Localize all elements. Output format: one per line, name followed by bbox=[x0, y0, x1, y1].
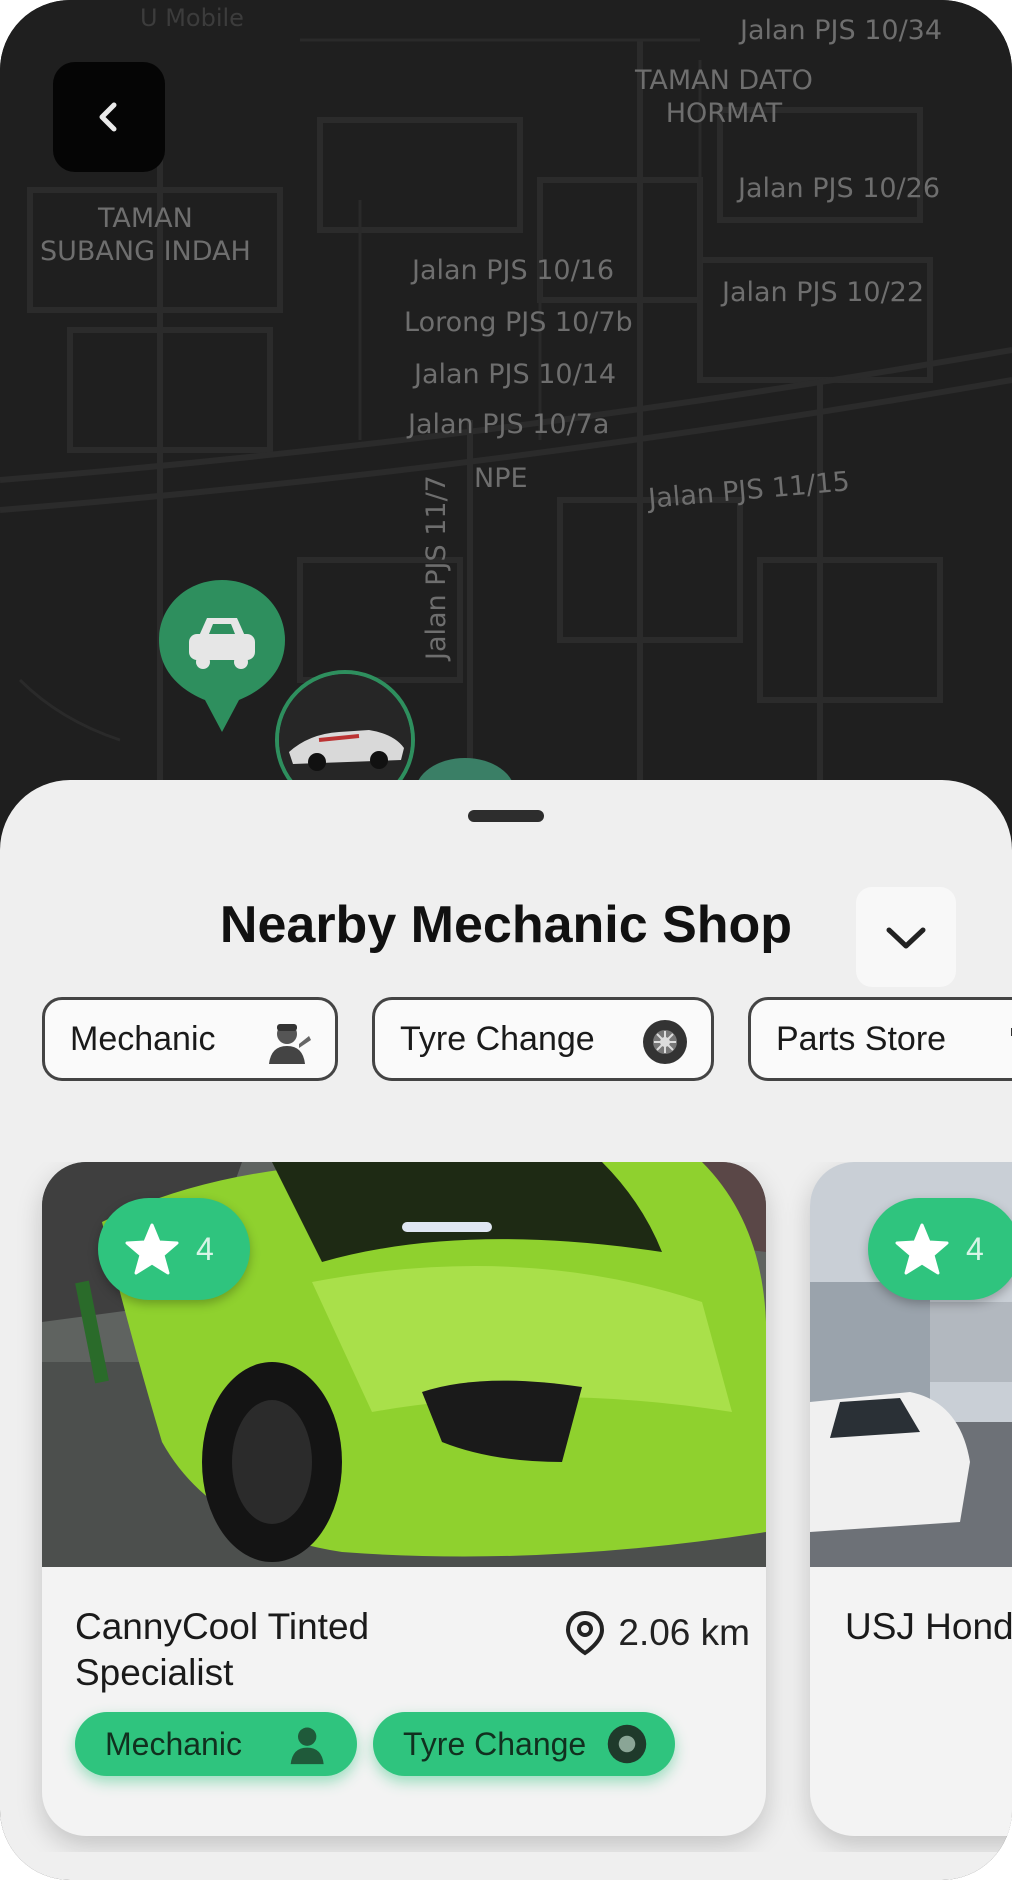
filter-chip-label: Mechanic bbox=[70, 1019, 216, 1058]
tag-label: Mechanic bbox=[105, 1725, 242, 1762]
tag-tyre-change: Tyre Change bbox=[373, 1712, 675, 1776]
sheet-drag-handle[interactable] bbox=[468, 810, 544, 822]
map-label: NPE bbox=[474, 463, 528, 494]
rating-value: 4 bbox=[196, 1230, 214, 1267]
mechanic-icon bbox=[290, 1727, 324, 1765]
shop-card[interactable]: 4 CannyCool Tinted Specialist 2.06 km Me… bbox=[42, 1162, 766, 1836]
map-label: Lorong PJS 10/7b bbox=[404, 307, 633, 338]
shop-photo: 4 bbox=[810, 1162, 1012, 1567]
filter-chip-parts-store[interactable]: Parts Store bbox=[748, 997, 1012, 1081]
tyre-icon bbox=[607, 1724, 647, 1764]
tag-label: Tyre Change bbox=[403, 1725, 587, 1762]
map-label: Jalan PJS 11/7 bbox=[421, 475, 452, 660]
filter-chips: Mechanic Tyre Change Parts Store bbox=[42, 997, 1012, 1087]
map-label: Jalan PJS 10/16 bbox=[412, 255, 615, 286]
location-pin-icon bbox=[566, 1610, 605, 1656]
rating-badge: 4 bbox=[868, 1198, 1012, 1300]
chevron-left-icon bbox=[99, 102, 117, 132]
shop-distance: 2.06 km bbox=[564, 1610, 750, 1656]
star-icon bbox=[895, 1223, 949, 1275]
tyre-icon bbox=[643, 1020, 687, 1064]
mechanic-icon bbox=[269, 1024, 311, 1064]
filter-chip-label: Tyre Change bbox=[400, 1019, 595, 1058]
distance-value: 2.06 km bbox=[618, 1612, 750, 1653]
bottom-sheet: Nearby Mechanic Shop Mechanic Tyre Chang… bbox=[0, 780, 1012, 1880]
status-bar-carrier: U Mobile bbox=[140, 4, 244, 32]
map-label: Jalan PJS 10/14 bbox=[414, 359, 617, 390]
filter-chip-tyre-change[interactable]: Tyre Change bbox=[372, 997, 714, 1081]
map-label: Jalan PJS 10/22 bbox=[722, 277, 925, 308]
map-label: Jalan PJS 10/34 bbox=[740, 15, 943, 46]
star-icon bbox=[125, 1223, 179, 1275]
map-label: Jalan PJS 10/7a bbox=[408, 409, 610, 440]
map-label: TAMAN DATO HORMAT bbox=[635, 65, 813, 129]
shop-card[interactable]: 4 USJ Honda (HQ) bbox=[810, 1162, 1012, 1836]
car-icon bbox=[159, 580, 285, 732]
shop-name: CannyCool Tinted Specialist bbox=[75, 1606, 370, 1693]
filter-chip-mechanic[interactable]: Mechanic bbox=[42, 997, 338, 1081]
rating-value: 4 bbox=[966, 1230, 984, 1267]
back-button[interactable] bbox=[53, 62, 165, 172]
chevron-down-icon bbox=[886, 927, 926, 949]
parts-store-icon bbox=[1011, 1028, 1012, 1036]
app-screen: U Mobile Jalan PJS 10/34 TAMAN DATO HORM… bbox=[0, 0, 1012, 1880]
map-label: TAMAN SUBANG INDAH bbox=[40, 203, 251, 267]
shop-map-marker[interactable] bbox=[155, 576, 289, 736]
rating-badge: 4 bbox=[98, 1198, 250, 1300]
collapse-button[interactable] bbox=[856, 887, 956, 987]
filter-chip-label: Parts Store bbox=[776, 1019, 947, 1058]
tag-mechanic: Mechanic bbox=[75, 1712, 357, 1776]
shop-name: USJ Honda (HQ) bbox=[845, 1606, 1012, 1647]
map-view[interactable]: U Mobile Jalan PJS 10/34 TAMAN DATO HORM… bbox=[0, 0, 1012, 828]
shop-carousel[interactable]: 4 CannyCool Tinted Specialist 2.06 km Me… bbox=[0, 1162, 1012, 1852]
shop-photo: 4 bbox=[42, 1162, 766, 1567]
map-label: Jalan PJS 10/26 bbox=[738, 173, 941, 204]
